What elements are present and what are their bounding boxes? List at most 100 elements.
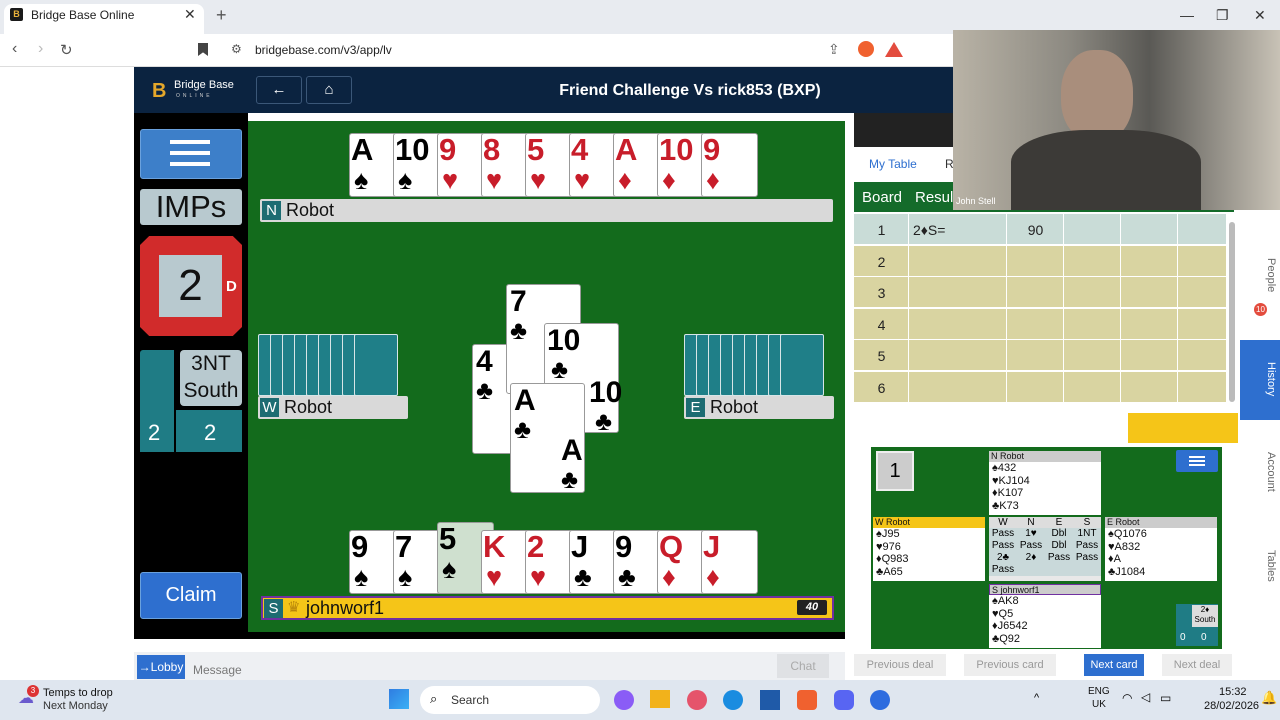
- copilot-icon[interactable]: [687, 690, 707, 710]
- bid-header-cell: E: [1055, 517, 1063, 528]
- mini-south-cards: ♠AK8 ♥Q5 ♦J6542 ♣Q92: [989, 595, 1101, 645]
- mini-card-line: ♣Q92: [992, 632, 1021, 645]
- maximize-icon[interactable]: ❐: [1216, 7, 1229, 24]
- brave-shields-icon[interactable]: [858, 41, 874, 57]
- site-info-icon[interactable]: ⚙: [231, 42, 242, 56]
- chat-input[interactable]: Message: [193, 663, 242, 677]
- language-code[interactable]: ENG: [1088, 686, 1110, 697]
- north-nameplate: N Robot: [260, 199, 833, 222]
- store-icon[interactable]: [760, 690, 780, 710]
- side-nav-people[interactable]: People: [1243, 258, 1277, 292]
- reload-icon[interactable]: ↻: [60, 41, 73, 59]
- close-window-icon[interactable]: ✕: [1254, 7, 1266, 24]
- result-row[interactable]: 5: [854, 340, 1226, 371]
- battery-icon[interactable]: ▭: [1160, 691, 1171, 705]
- logo-subtext: ONLINE: [176, 93, 213, 99]
- mini-tricks-ns: 0: [1180, 632, 1186, 643]
- south-card[interactable]: J ♦: [701, 530, 758, 594]
- new-tab-icon[interactable]: +: [216, 5, 227, 26]
- col-result: Resul: [915, 189, 954, 206]
- side-nav-tables[interactable]: Tables: [1243, 550, 1277, 582]
- close-tab-icon[interactable]: ✕: [184, 6, 196, 23]
- app-icon-1[interactable]: [614, 690, 634, 710]
- discord-icon[interactable]: [834, 690, 854, 710]
- west-hand: [258, 334, 408, 398]
- brave-icon[interactable]: [797, 690, 817, 710]
- result-row[interactable]: 4: [854, 308, 1226, 340]
- zoom-icon[interactable]: [870, 690, 890, 710]
- mini-seat: W: [875, 517, 884, 527]
- notifications-icon[interactable]: 🔔: [1261, 690, 1277, 706]
- bid-cell: Pass: [991, 540, 1015, 551]
- taskbar-search[interactable]: ⌕ Search: [420, 686, 600, 714]
- chat-send-button[interactable]: Chat: [777, 654, 829, 678]
- brave-rewards-icon[interactable]: [885, 42, 903, 57]
- wifi-icon[interactable]: ◠: [1122, 691, 1132, 705]
- webcam-face: [1061, 50, 1133, 142]
- trick-north-rank: 7: [510, 285, 527, 318]
- card-rank: A: [615, 132, 638, 167]
- back-icon[interactable]: ‹: [12, 40, 17, 58]
- clock-time[interactable]: 15:32: [1219, 686, 1247, 698]
- windows-start-icon[interactable]: [389, 689, 409, 709]
- bid-cell: Dbl: [1051, 540, 1067, 551]
- home-button[interactable]: ⌂: [306, 76, 352, 104]
- result-row[interactable]: 3: [854, 277, 1226, 308]
- result-row[interactable]: 2: [854, 245, 1226, 277]
- card-rank: 10: [659, 132, 694, 167]
- search-label: Search: [451, 693, 490, 707]
- tray-chevron-icon[interactable]: ^: [1034, 692, 1039, 704]
- suit-icon: ♦: [662, 165, 676, 195]
- card-rank: 7: [395, 529, 413, 564]
- weather-line1[interactable]: Temps to drop: [43, 687, 113, 699]
- file-explorer-icon[interactable]: [650, 690, 670, 708]
- next-deal-button[interactable]: Next deal: [1162, 654, 1232, 676]
- volume-icon[interactable]: ◁: [1141, 690, 1150, 704]
- side-nav-history[interactable]: History: [1243, 362, 1277, 396]
- suit-icon: ♠: [354, 562, 369, 592]
- trick-card-south: A ♣ A ♣: [510, 383, 585, 493]
- back-button[interactable]: ←: [256, 76, 302, 104]
- next-card-button[interactable]: Next card: [1084, 654, 1144, 676]
- result-board: 2: [877, 253, 886, 270]
- claim-button[interactable]: Claim: [140, 572, 242, 619]
- result-row[interactable]: 1 2♦S= 90: [854, 214, 1226, 245]
- card-rank: 10: [395, 132, 430, 167]
- side-nav-account[interactable]: Account: [1243, 452, 1277, 492]
- bid-cell: Pass: [1075, 540, 1099, 551]
- mini-seat: N: [991, 451, 998, 461]
- logo-text: Bridge Base: [174, 79, 234, 91]
- share-icon[interactable]: ⇪: [828, 41, 840, 58]
- forward-icon[interactable]: ›: [38, 40, 43, 58]
- suit-icon: ♥: [530, 165, 547, 195]
- edge-icon[interactable]: [723, 690, 743, 710]
- language-region[interactable]: UK: [1092, 699, 1106, 710]
- result-score: 90: [1027, 222, 1044, 238]
- east-player-name: Robot: [710, 397, 759, 417]
- url-text[interactable]: bridgebase.com/v3/app/lv: [255, 43, 392, 57]
- suit-icon: ♣: [574, 562, 592, 592]
- bbo-logo-icon: B: [152, 80, 167, 102]
- lobby-button[interactable]: →Lobby: [137, 655, 185, 679]
- bid-row: Pass Pass Dbl Pass: [989, 540, 1101, 552]
- bid-cell: [1073, 564, 1101, 576]
- minimize-icon[interactable]: —: [1180, 7, 1194, 23]
- previous-deal-button[interactable]: Previous deal: [854, 654, 946, 676]
- tab-my-table[interactable]: My Table: [869, 157, 917, 171]
- bid-header-cell: N: [1027, 517, 1035, 528]
- bid-cell: Pass: [1019, 540, 1043, 551]
- clock-date[interactable]: 28/02/2026: [1204, 700, 1259, 712]
- weather-badge: 3: [27, 685, 39, 697]
- club-icon: ♣: [514, 414, 532, 444]
- mini-card-line: ♥Q5: [992, 607, 1014, 620]
- weather-line2[interactable]: Next Monday: [43, 700, 108, 712]
- bid-cell: Pass: [1047, 552, 1071, 563]
- crown-icon: ♛: [287, 599, 301, 616]
- mini-east: E Robot ♠Q1076 ♥A832 ♦A ♣J1084: [1105, 517, 1217, 581]
- tricks-ns: 2: [148, 420, 161, 445]
- results-scrollbar[interactable]: [1229, 222, 1235, 402]
- previous-card-button[interactable]: Previous card: [964, 654, 1056, 676]
- mini-menu-button[interactable]: [1176, 450, 1218, 472]
- south-hand[interactable]: 9 ♠ 7 ♠ 5 ♠ K ♥ 2 ♥ J ♣ 9 ♣ Q ♦ J ♦: [349, 522, 758, 596]
- result-row[interactable]: 6: [854, 371, 1226, 403]
